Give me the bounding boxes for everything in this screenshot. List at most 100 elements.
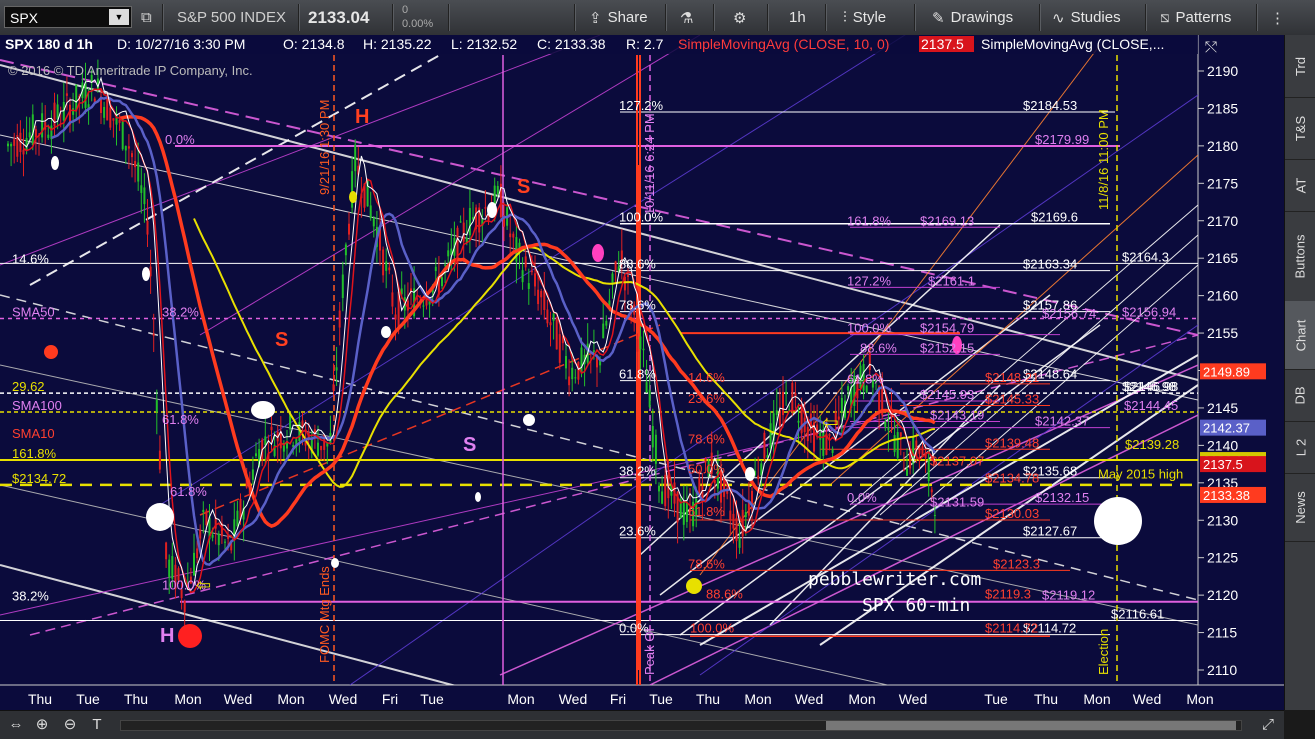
chart-label: $2142.37	[1035, 414, 1089, 429]
more-icon[interactable]: ⋮	[1270, 0, 1291, 35]
candle-body	[28, 132, 31, 138]
candle-body	[819, 432, 822, 440]
candle-body	[654, 434, 657, 464]
tab-label: Chart	[1293, 319, 1309, 351]
candle-body	[109, 107, 112, 128]
x-tick-label: Wed	[1133, 691, 1162, 707]
candles-icon: ⫶	[843, 9, 847, 26]
candle-body	[217, 533, 220, 546]
drawings-button[interactable]: ✎ Drawings	[932, 0, 1013, 35]
period-button[interactable]: 1h	[789, 0, 806, 35]
y-tick-label: 2160	[1207, 288, 1238, 304]
chart-label: 100.0%	[847, 321, 892, 336]
y-tick-label: 2155	[1207, 325, 1238, 341]
drawings-label: Drawings	[950, 9, 1014, 26]
tab-chart[interactable]: Chart	[1285, 301, 1315, 370]
candle-body	[338, 310, 341, 328]
y-tick-label: 2175	[1207, 175, 1238, 191]
candle-body	[732, 513, 735, 529]
candle-body	[565, 356, 567, 369]
candle-body	[540, 290, 543, 298]
candle-body	[902, 469, 905, 471]
tab-ts[interactable]: T&S	[1285, 97, 1315, 160]
price-tag-label: 2137.5	[1203, 457, 1243, 472]
candle-body	[568, 376, 571, 386]
dot-marker	[475, 492, 481, 502]
x-tick-label: Mon	[848, 691, 875, 707]
pan-icon[interactable]: ⇔	[6, 715, 26, 735]
style-button[interactable]: ⫶ Style	[843, 0, 886, 35]
x-tick-label: Thu	[28, 691, 52, 707]
tab-db[interactable]: DB	[1285, 369, 1315, 422]
candle-body	[757, 475, 760, 480]
symbol-dropdown-icon[interactable]: ▼	[109, 9, 129, 25]
chart-label: SMA10	[12, 426, 55, 441]
candle-body	[171, 556, 174, 579]
tab-news[interactable]: News	[1285, 473, 1315, 542]
zoom-out-icon[interactable]: ⊖	[60, 715, 80, 735]
candle-body	[642, 348, 645, 351]
studies-button[interactable]: ∿ Studies	[1052, 0, 1121, 35]
candle-body	[332, 384, 335, 391]
tab-label: News	[1293, 490, 1309, 524]
tab-trd[interactable]: Trd	[1285, 35, 1315, 98]
tab-label: DB	[1293, 385, 1308, 405]
candle-body	[313, 429, 316, 433]
chart-label: $2123.3	[993, 556, 1040, 571]
tab-at[interactable]: AT	[1285, 159, 1315, 212]
candle-body	[422, 305, 425, 307]
tab-label: Trd	[1293, 56, 1308, 76]
candle-body	[865, 385, 868, 393]
expand-icon[interactable]: ⤢	[1258, 715, 1278, 735]
x-tick-label: Mon	[277, 691, 304, 707]
dot-marker	[44, 345, 58, 359]
candle-body	[152, 333, 155, 336]
y-tick-label: 2180	[1207, 138, 1238, 154]
bar-range: R: 2.7	[626, 36, 664, 52]
link-icon[interactable]: ⧉	[141, 0, 158, 35]
patterns-button[interactable]: ⧅ Patterns	[1160, 0, 1231, 35]
chart-label: 0.0%	[847, 490, 877, 505]
x-tick-label: Fri	[610, 691, 626, 707]
price-tag-label: 2133.38	[1203, 488, 1250, 503]
candle-body	[847, 386, 850, 391]
chart-label: FOMC Mtg Ends	[317, 566, 332, 663]
candle-body	[828, 433, 831, 437]
tab-buttons[interactable]: Buttons	[1285, 211, 1315, 302]
candle-body	[270, 426, 273, 431]
chart-label: 50.0%	[688, 461, 725, 476]
share-button[interactable]: ⇪ Share	[589, 0, 648, 35]
sma10-legend-value: 2137.5	[921, 36, 964, 52]
candle-body	[348, 223, 350, 235]
x-tick-label: Mon	[744, 691, 771, 707]
chart-label: 61.8%	[162, 412, 199, 427]
zoom-in-icon[interactable]: ⊕	[32, 715, 52, 735]
chart-label: S	[463, 434, 476, 456]
chart-label: $2161.1	[928, 273, 975, 288]
x-tick-label: Mon	[174, 691, 201, 707]
candle-body	[124, 146, 127, 151]
text-tool-icon[interactable]: T	[87, 715, 107, 735]
study-title: SPX 180 d 1h	[5, 36, 93, 52]
dot-marker	[523, 414, 535, 426]
chart-label: 0.0%	[165, 132, 195, 147]
toolbar: SPX ▼ ⧉ S&P 500 INDEX 2133.04 0 0.00% ⇪ Sh…	[0, 0, 1315, 36]
scroll-thumb[interactable]	[826, 721, 1236, 730]
chart-label: $2130.03	[985, 506, 1039, 521]
flask-icon[interactable]: ⚗	[680, 0, 699, 35]
symbol-input[interactable]: SPX ▼	[4, 6, 132, 28]
chart-label: $2148.21	[985, 370, 1039, 385]
candle-body	[512, 233, 515, 238]
chart-label: $2146.98	[1124, 379, 1178, 394]
tab-l2[interactable]: L 2	[1285, 421, 1315, 474]
x-tick-label: Mon	[1083, 691, 1110, 707]
side-tabs: Trd T&S AT Buttons Chart DB L 2 News	[1284, 35, 1315, 710]
time-scrollbar[interactable]	[120, 720, 1242, 731]
price-chart[interactable]: 2110211521202125213021352140214521502155…	[0, 35, 1284, 710]
chart-label: 100.0%	[690, 621, 735, 636]
collapse-icon[interactable]: ⤲	[1205, 38, 1218, 56]
candle-body	[369, 205, 372, 219]
gear-icon[interactable]: ⚙	[733, 0, 752, 35]
candle-body	[661, 491, 664, 504]
candle-body	[140, 185, 143, 193]
